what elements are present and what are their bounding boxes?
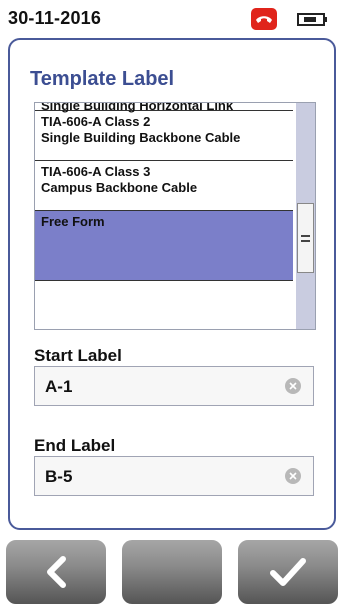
list-item-selected[interactable]: Free Form bbox=[35, 211, 293, 281]
blank-soft-button[interactable] bbox=[120, 538, 224, 606]
back-button[interactable] bbox=[4, 538, 108, 606]
confirm-button[interactable] bbox=[236, 538, 340, 606]
clear-icon[interactable] bbox=[285, 378, 301, 394]
start-label-heading: Start Label bbox=[34, 346, 122, 365]
battery-icon bbox=[296, 10, 330, 33]
grip-icon bbox=[301, 235, 310, 237]
list-item[interactable]: TIA-606-A Class 2 Single Building Backbo… bbox=[35, 111, 293, 161]
end-label-heading: End Label bbox=[34, 436, 116, 455]
scrollbar-thumb[interactable] bbox=[297, 203, 314, 273]
chevron-left-icon bbox=[47, 556, 66, 588]
clear-icon[interactable] bbox=[285, 468, 301, 484]
phone-hangup-icon bbox=[251, 8, 277, 30]
soft-key-bar bbox=[0, 536, 345, 606]
start-label-value: A-1 bbox=[45, 377, 73, 396]
list-item-title: TIA-606-A Class 2 bbox=[41, 114, 151, 129]
list-item-subtitle: Campus Backbone Cable bbox=[41, 180, 198, 195]
panel-title: Template Label bbox=[30, 68, 175, 90]
list-item-title: Free Form bbox=[41, 214, 105, 229]
list-item[interactable]: TIA-606-A Class 3 Campus Backbone Cable bbox=[35, 161, 293, 211]
list-item[interactable]: Single Building Horizontal Link bbox=[35, 103, 293, 113]
template-label-panel: Template Label Single Building Horizonta… bbox=[8, 38, 336, 530]
grip-icon bbox=[301, 240, 310, 242]
checkmark-icon bbox=[270, 558, 306, 586]
status-date: 30-11-2016 bbox=[8, 8, 102, 28]
scrollbar[interactable] bbox=[296, 103, 315, 329]
end-label-field[interactable]: B-5 bbox=[34, 456, 314, 496]
list-item-title: TIA-606-A Class 3 bbox=[41, 164, 151, 179]
list-item-subtitle: Single Building Backbone Cable bbox=[41, 130, 241, 145]
status-bar: 30-11-2016 bbox=[0, 0, 345, 36]
template-list[interactable]: Single Building Horizontal Link TIA-606-… bbox=[34, 102, 316, 330]
end-label-value: B-5 bbox=[45, 467, 73, 486]
start-label-field[interactable]: A-1 bbox=[34, 366, 314, 406]
